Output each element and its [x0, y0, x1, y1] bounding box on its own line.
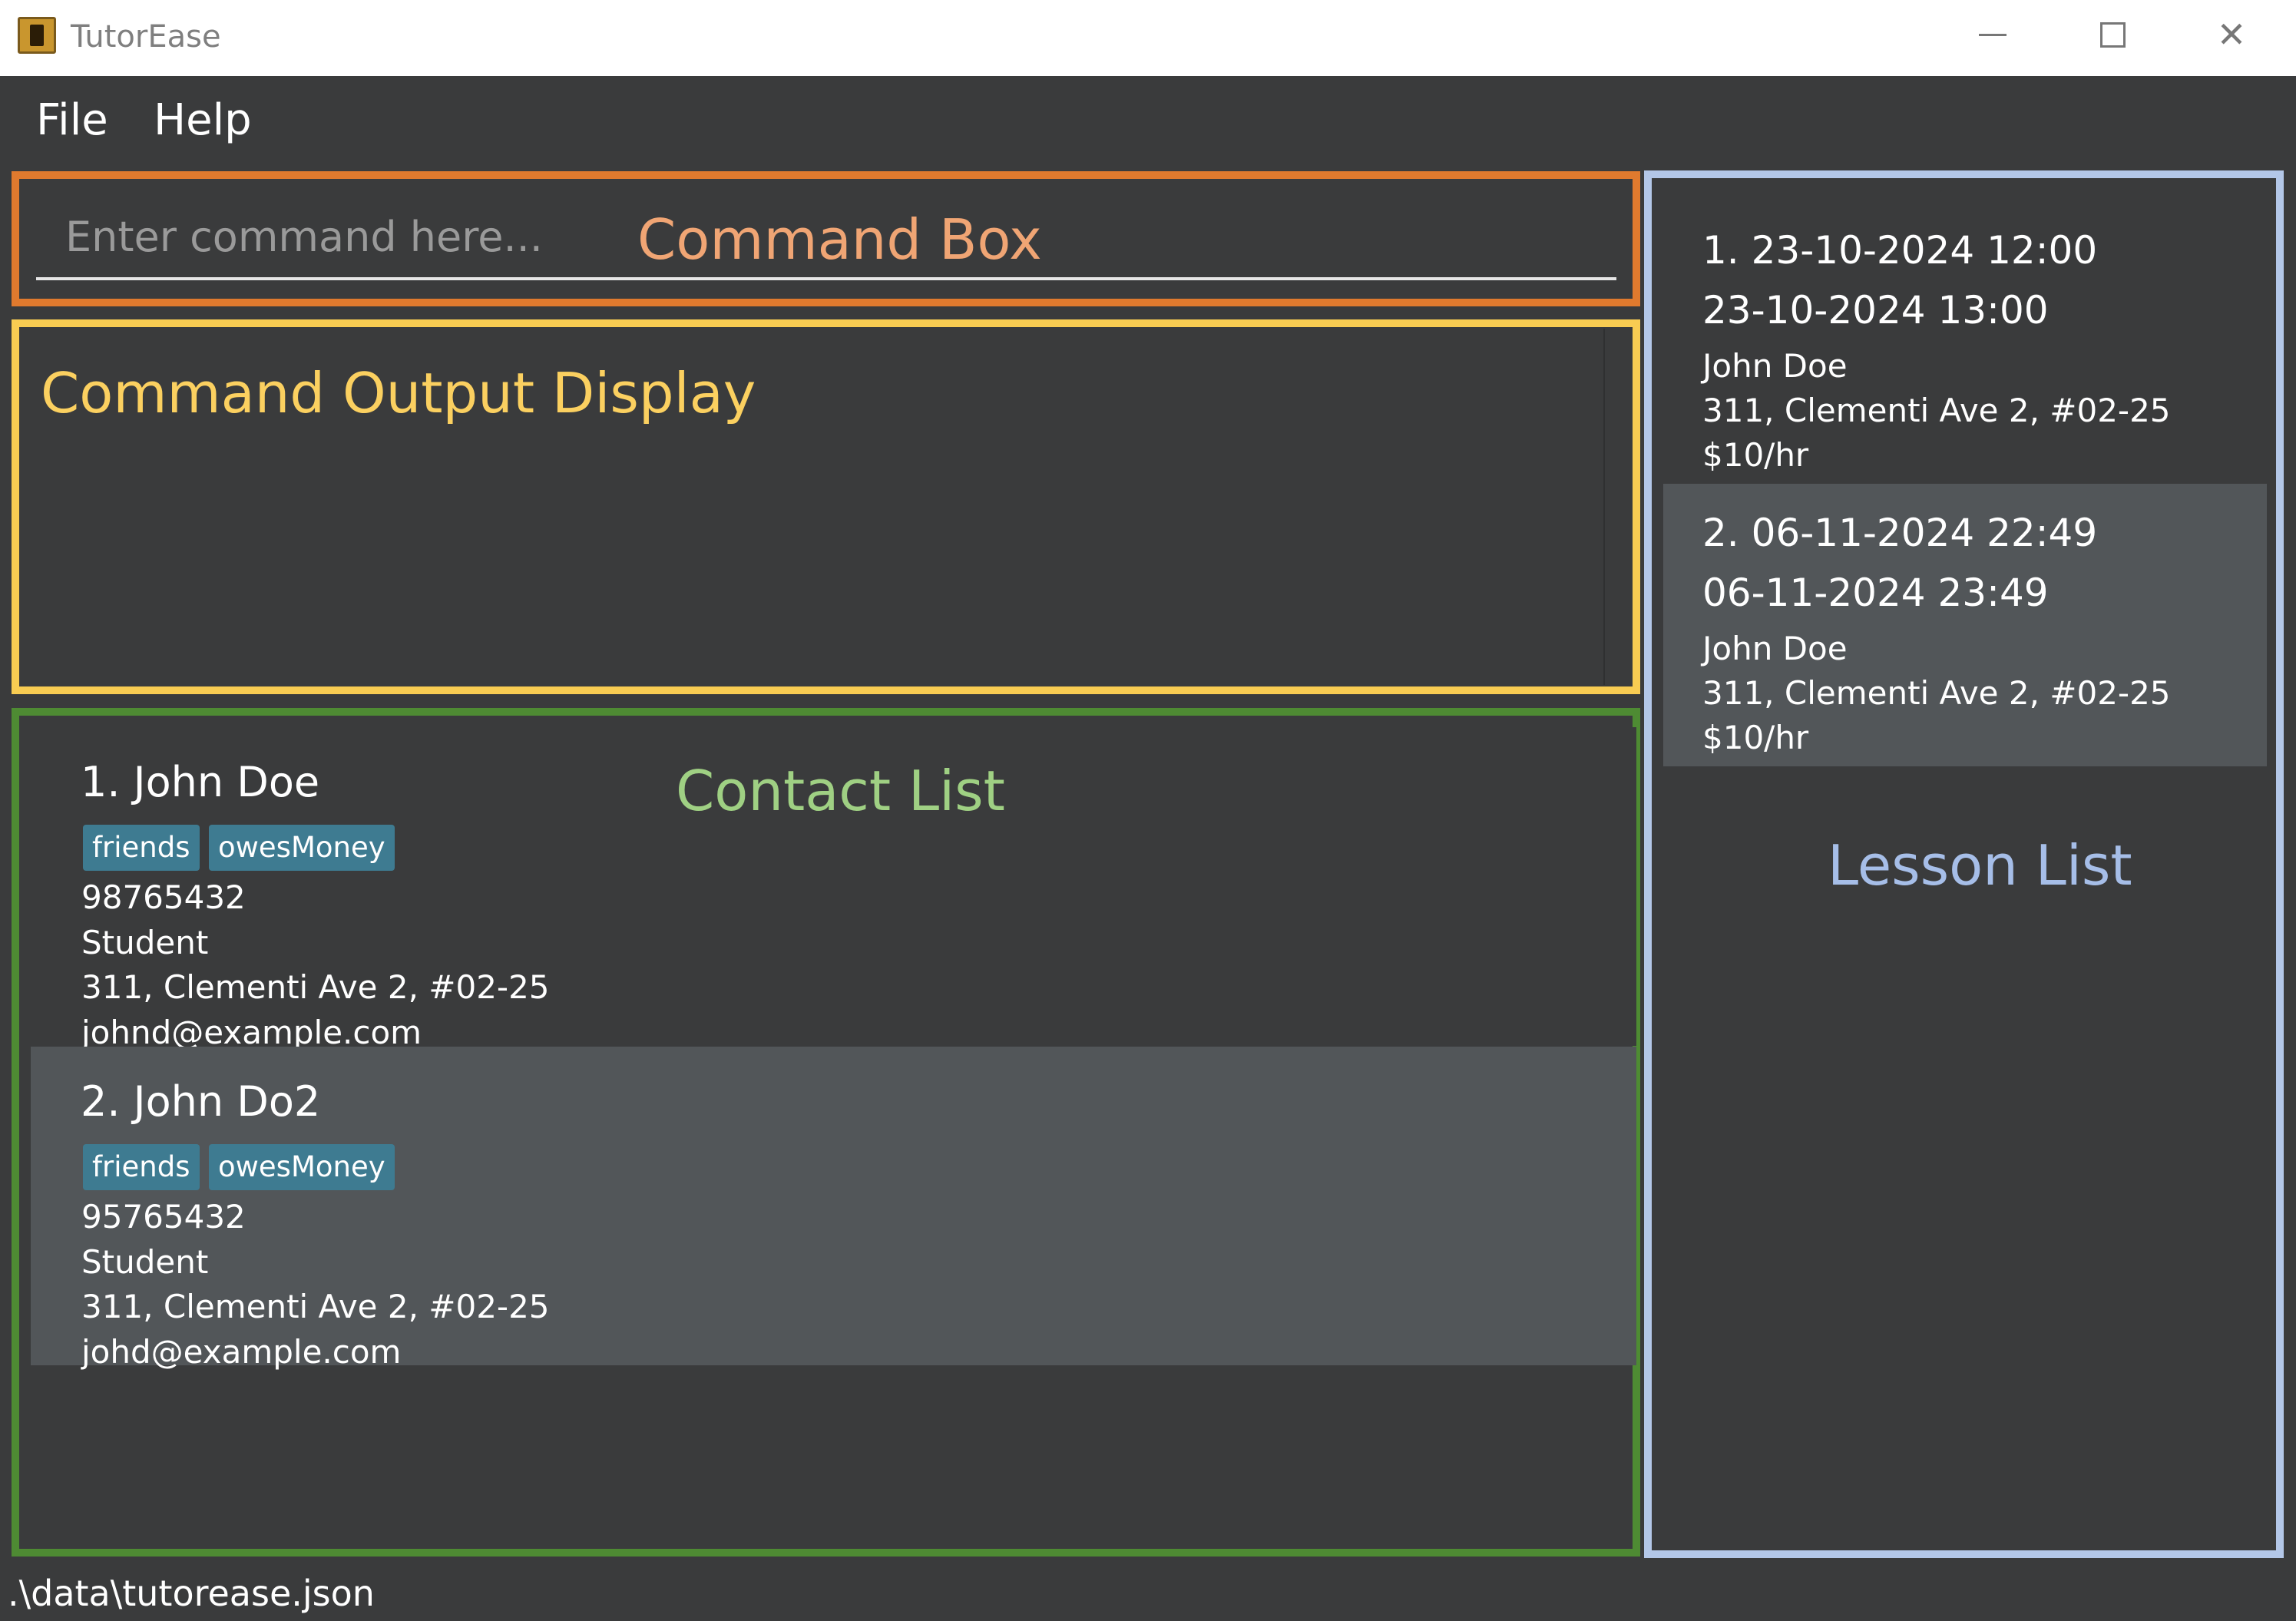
contact-name: 2. John Do2: [81, 1077, 321, 1126]
lesson-list-annotation: Lesson List: [1828, 833, 2132, 898]
menu-file[interactable]: File: [36, 94, 108, 147]
lesson-student: John Doe: [1702, 630, 1848, 667]
lesson-card[interactable]: 1. 23-10-2024 12:00 23-10-2024 13:00 Joh…: [1663, 201, 2267, 484]
contact-phone: 98765432: [81, 878, 246, 916]
contact-role: Student: [81, 924, 209, 961]
lesson-student: John Doe: [1702, 347, 1848, 385]
minimize-icon: [1979, 33, 2007, 36]
lesson-end-time: 23-10-2024 13:00: [1702, 288, 2049, 332]
contact-phone: 95765432: [81, 1198, 246, 1236]
contact-tag: owesMoney: [209, 825, 395, 871]
contact-tag: friends: [83, 825, 200, 871]
contact-card[interactable]: 2. John Do2 friends owesMoney 95765432 S…: [31, 1047, 1636, 1371]
lesson-rate: $10/hr: [1702, 436, 1809, 474]
output-scrollbar[interactable]: [1603, 329, 1605, 685]
window-title: TutorEase: [71, 19, 221, 55]
lesson-start-time: 1. 23-10-2024 12:00: [1702, 228, 2098, 273]
lesson-address: 311, Clementi Ave 2, #02-25: [1702, 392, 2171, 429]
command-output-annotation: Command Output Display: [41, 361, 756, 425]
app-icon: [18, 17, 56, 54]
menu-help[interactable]: Help: [154, 94, 252, 147]
contact-list: 1. John Doe friends owesMoney 98765432 S…: [12, 708, 1640, 1556]
close-button[interactable]: ✕: [2189, 8, 2274, 61]
contact-address: 311, Clementi Ave 2, #02-25: [81, 1288, 550, 1325]
lesson-start-time: 2. 06-11-2024 22:49: [1702, 511, 2098, 555]
contact-email: johd@example.com: [81, 1333, 402, 1371]
lesson-end-time: 06-11-2024 23:49: [1702, 571, 2049, 615]
contact-role: Student: [81, 1243, 209, 1281]
command-box-annotation: Command Box: [637, 207, 1042, 272]
minimize-button[interactable]: [1950, 8, 2035, 61]
close-icon: ✕: [2216, 14, 2247, 55]
maximize-icon: [2099, 22, 2126, 48]
status-bar-file-path: .\data\tutorease.json: [8, 1573, 375, 1614]
contact-address: 311, Clementi Ave 2, #02-25: [81, 968, 550, 1006]
lesson-rate: $10/hr: [1702, 719, 1809, 756]
contact-tag: friends: [83, 1144, 200, 1190]
maximize-button[interactable]: [2070, 8, 2155, 61]
lesson-address: 311, Clementi Ave 2, #02-25: [1702, 674, 2171, 712]
contact-tag: owesMoney: [209, 1144, 395, 1190]
contact-list-annotation: Contact List: [676, 759, 1005, 823]
contact-email: johnd@example.com: [81, 1014, 422, 1051]
contact-name: 1. John Doe: [81, 758, 320, 806]
lesson-card[interactable]: 2. 06-11-2024 22:49 06-11-2024 23:49 Joh…: [1663, 484, 2267, 766]
